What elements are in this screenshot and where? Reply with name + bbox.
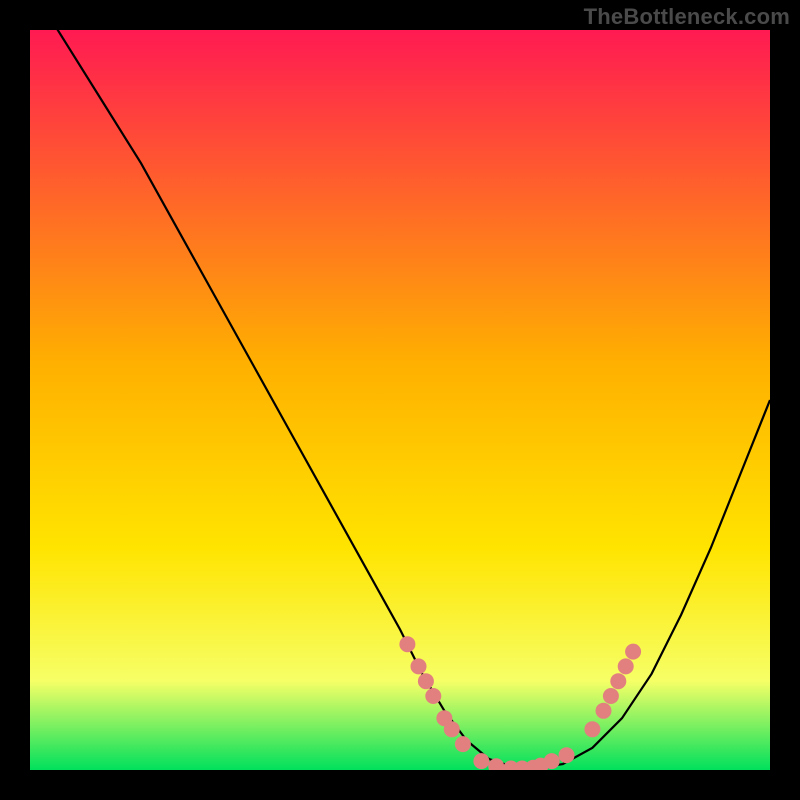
marker-dot — [610, 673, 626, 689]
chart-frame: TheBottleneck.com — [0, 0, 800, 800]
marker-dot — [455, 736, 471, 752]
marker-dot — [444, 721, 460, 737]
marker-dot — [618, 658, 634, 674]
marker-dot — [625, 644, 641, 660]
marker-dot — [473, 753, 489, 769]
marker-dot — [584, 721, 600, 737]
marker-dot — [418, 673, 434, 689]
marker-dot — [425, 688, 441, 704]
marker-dot — [559, 747, 575, 763]
chart-svg — [30, 30, 770, 770]
marker-dot — [596, 703, 612, 719]
marker-dot — [544, 753, 560, 769]
marker-dot — [411, 658, 427, 674]
marker-dot — [603, 688, 619, 704]
watermark-text: TheBottleneck.com — [584, 4, 790, 30]
plot-area — [30, 30, 770, 770]
marker-dot — [399, 636, 415, 652]
